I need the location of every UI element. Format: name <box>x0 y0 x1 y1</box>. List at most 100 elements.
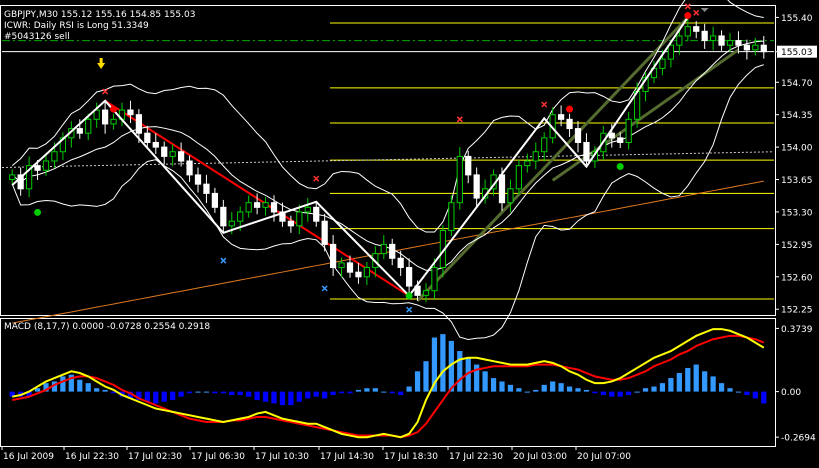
macd-histogram-bar <box>246 391 252 397</box>
macd-histogram-bar <box>77 379 83 392</box>
macd-histogram-bar <box>440 334 446 392</box>
price-tick-label: 153.30 <box>781 208 813 218</box>
macd-histogram-bar <box>60 376 66 392</box>
candle-body <box>456 155 463 204</box>
candle-body <box>296 211 303 227</box>
candle-body <box>245 202 252 213</box>
candle-body <box>203 183 210 194</box>
candle-body <box>262 202 269 208</box>
candle-body <box>194 174 202 185</box>
price-tick-label: 155.40 <box>781 14 813 24</box>
candle-body <box>473 174 480 199</box>
time-tick-label: 17 Jul 10:30 <box>255 452 309 462</box>
macd-histogram-bar <box>457 351 463 392</box>
macd-histogram-bar <box>102 389 108 392</box>
macd-histogram-bar <box>178 391 184 397</box>
candle <box>515 160 523 195</box>
macd-histogram-bar <box>617 391 623 397</box>
candle-body <box>498 174 506 204</box>
candle-body <box>76 128 83 134</box>
candle-body <box>42 160 50 171</box>
macd-histogram-bar <box>203 391 210 393</box>
macd-histogram-bar <box>305 391 311 399</box>
macd-histogram-bar <box>676 373 682 392</box>
candle-body <box>85 118 92 134</box>
candle-body <box>127 109 134 116</box>
macd-histogram-bar <box>550 381 556 392</box>
candle-body <box>515 165 523 190</box>
candle-body <box>135 114 143 134</box>
macd-histogram-bar <box>626 391 632 395</box>
candle-body <box>684 26 691 37</box>
macd-histogram-bar <box>558 383 564 392</box>
candle-body <box>329 243 337 269</box>
chart-background <box>0 0 819 468</box>
macd-histogram-bar <box>499 381 505 392</box>
indicator-status: ICWR: Daily RSI is Long 51.3349 <box>4 21 149 31</box>
time-tick-label: 20 Jul 03:00 <box>513 452 567 462</box>
signal-dot <box>34 208 42 216</box>
candle-body <box>566 118 573 130</box>
macd-header: MACD (8,17,7) 0.0000 -0.0728 0.2554 0.29… <box>4 322 211 332</box>
candle-body <box>186 160 193 176</box>
macd-histogram-bar <box>524 391 530 393</box>
price-tick-label: 152.25 <box>781 306 813 316</box>
macd-histogram-bar <box>533 389 539 392</box>
macd-histogram-bar <box>727 388 733 392</box>
candle-body <box>405 267 413 287</box>
candle-body <box>760 44 767 53</box>
candle-body <box>321 220 328 245</box>
macd-histogram-bar <box>372 388 378 392</box>
price-tick-label: 152.60 <box>781 273 813 283</box>
candle-body <box>169 151 176 157</box>
time-tick-label: 16 Jul 22:30 <box>65 452 119 462</box>
candle-body <box>220 206 227 227</box>
signal-dot <box>110 105 118 113</box>
candle-body <box>625 118 632 143</box>
signal-dot <box>405 292 413 300</box>
candle <box>456 147 463 210</box>
candle-body <box>346 262 354 273</box>
macd-histogram-bar <box>271 391 277 404</box>
macd-tick-label: -0.2694 <box>781 434 816 444</box>
candle-body <box>110 118 117 125</box>
macd-histogram-bar <box>313 391 319 397</box>
candle-body <box>287 220 295 227</box>
macd-histogram-bar <box>85 383 91 392</box>
candle-body <box>431 267 438 292</box>
macd-histogram-bar <box>262 391 269 402</box>
macd-histogram-bar <box>423 361 429 392</box>
candle-body <box>617 137 624 143</box>
macd-histogram-bar <box>685 367 691 392</box>
candle-body <box>465 155 472 176</box>
time-tick-label: 17 Jul 14:30 <box>320 452 374 462</box>
candle-body <box>253 202 261 208</box>
candle-body <box>355 271 362 278</box>
macd-histogram-bar <box>406 386 412 392</box>
candle-body <box>389 243 396 259</box>
time-tick-label: 16 Jul 2009 <box>3 452 54 462</box>
macd-histogram-bar <box>566 386 573 392</box>
price-tick-label: 154.35 <box>781 111 813 121</box>
macd-histogram-bar <box>161 391 167 402</box>
candle-body <box>228 220 235 227</box>
candle-body <box>51 151 58 162</box>
macd-histogram-bar <box>229 391 235 395</box>
signal-dot <box>684 12 692 20</box>
macd-tick-label: 0.00 <box>781 388 801 398</box>
price-tick-label: 154.70 <box>781 79 813 89</box>
candle-body <box>726 40 734 46</box>
candle-body <box>363 267 371 278</box>
candle-body <box>608 132 615 139</box>
candle-body <box>676 35 683 46</box>
candle-body <box>304 206 311 213</box>
trade-ticket-label: #5043126 sell <box>4 32 70 42</box>
macd-histogram-bar <box>702 371 708 392</box>
macd-histogram-bar <box>237 391 243 395</box>
signal-dot <box>616 163 624 171</box>
macd-histogram-bar <box>279 391 286 406</box>
macd-histogram-bar <box>364 388 370 392</box>
chart-canvas[interactable]: 155.40 155.03 154.70 154.35 154.00 153.65 153.… <box>0 0 819 468</box>
candle-body <box>693 26 700 32</box>
macd-histogram-bar <box>575 388 581 392</box>
